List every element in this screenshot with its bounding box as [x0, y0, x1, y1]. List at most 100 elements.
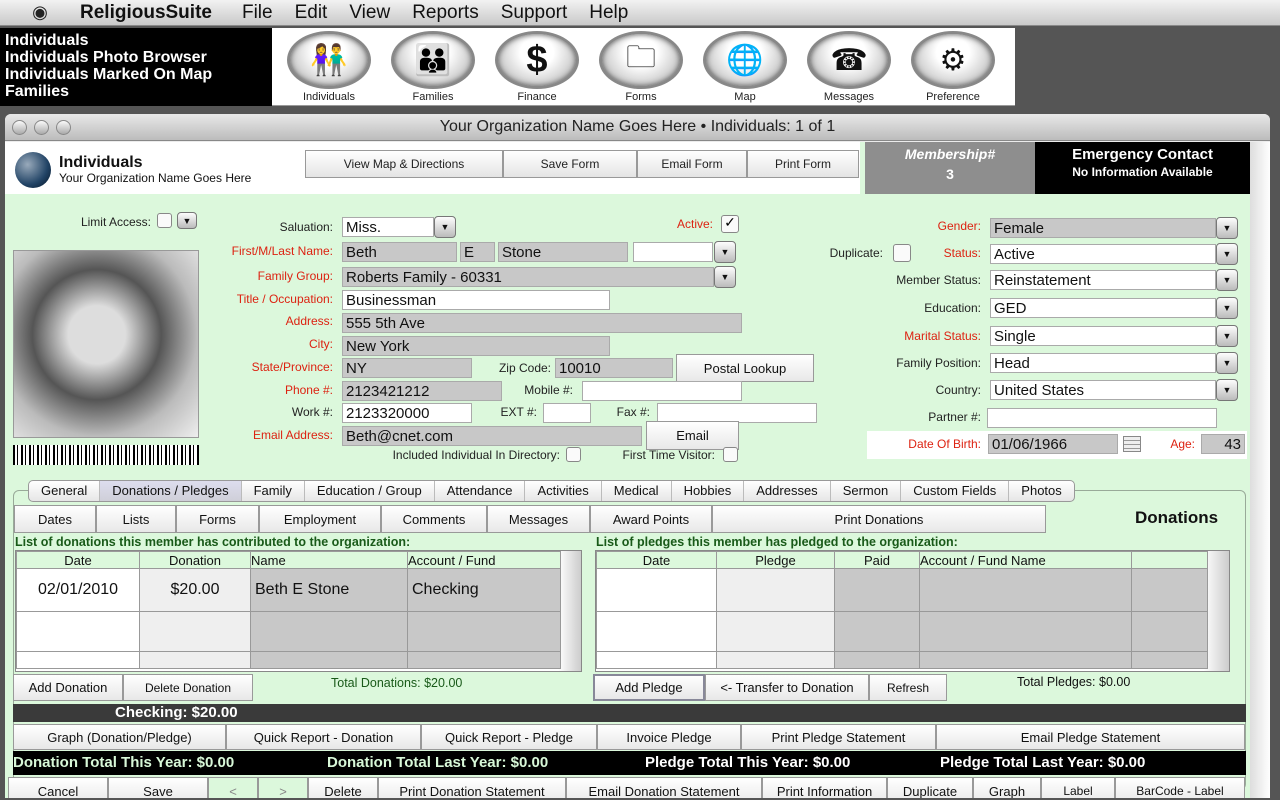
tab-sermon[interactable]: Sermon: [831, 481, 902, 501]
col-name[interactable]: Name: [250, 551, 408, 569]
table-row[interactable]: [596, 611, 1208, 652]
table-row[interactable]: [16, 651, 561, 669]
subtab-forms[interactable]: Forms: [176, 505, 259, 533]
col-account[interactable]: Account / Fund: [407, 551, 561, 569]
suffix-select[interactable]: [633, 242, 713, 262]
subtab-dates[interactable]: Dates: [14, 505, 96, 533]
limit-access-dropdown[interactable]: ▼: [177, 212, 197, 229]
country-dropdown[interactable]: ▼: [1216, 379, 1238, 401]
col-account-fund-name[interactable]: Account / Fund Name: [919, 551, 1132, 569]
nav-photo-browser[interactable]: Individuals Photo Browser: [5, 49, 267, 66]
subtab-lists[interactable]: Lists: [96, 505, 176, 533]
col-date[interactable]: Date: [16, 551, 140, 569]
gender-dropdown[interactable]: ▼: [1216, 217, 1238, 239]
transfer-to-donation-button[interactable]: <- Transfer to Donation: [705, 674, 869, 701]
last-name-field[interactable]: Stone: [498, 242, 628, 262]
subtab-messages[interactable]: Messages: [487, 505, 590, 533]
cancel-button[interactable]: Cancel: [8, 777, 108, 798]
toolbar-preference[interactable]: ⚙ Preference: [901, 28, 1005, 105]
print-information-button[interactable]: Print Information: [762, 777, 887, 798]
first-name-field[interactable]: Beth: [342, 242, 457, 262]
tab-medical[interactable]: Medical: [602, 481, 672, 501]
menu-reports[interactable]: Reports: [412, 2, 479, 24]
print-pledge-statement-button[interactable]: Print Pledge Statement: [741, 724, 936, 750]
limit-access-checkbox[interactable]: [157, 213, 172, 228]
label-button[interactable]: Label: [1041, 777, 1115, 798]
salutation-select[interactable]: Miss.: [342, 217, 434, 237]
tab-family[interactable]: Family: [242, 481, 305, 501]
salutation-dropdown[interactable]: ▼: [434, 216, 456, 238]
title-occupation-field[interactable]: Businessman: [342, 290, 610, 310]
save-button[interactable]: Save: [108, 777, 208, 798]
invoice-pledge-button[interactable]: Invoice Pledge: [597, 724, 741, 750]
add-donation-button[interactable]: Add Donation: [13, 674, 123, 701]
nav-marked-on-map[interactable]: Individuals Marked On Map: [5, 66, 267, 83]
work-field[interactable]: 2123320000: [342, 403, 472, 423]
family-position-dropdown[interactable]: ▼: [1216, 352, 1238, 374]
nav-individuals[interactable]: Individuals: [5, 32, 267, 49]
status-dropdown[interactable]: ▼: [1216, 243, 1238, 265]
duplicate-button[interactable]: Duplicate: [887, 777, 973, 798]
graph-button[interactable]: Graph: [973, 777, 1041, 798]
toolbar-forms[interactable]: 🗀 Forms: [589, 28, 693, 105]
quick-report-donation-button[interactable]: Quick Report - Donation: [226, 724, 421, 750]
state-field[interactable]: NY: [342, 358, 472, 378]
print-donations-button[interactable]: Print Donations: [712, 505, 1046, 533]
family-group-select[interactable]: Roberts Family - 60331: [342, 267, 714, 287]
active-checkbox[interactable]: ✓: [721, 215, 739, 233]
toolbar-finance[interactable]: $ Finance: [485, 28, 589, 105]
dob-field[interactable]: 01/06/1966: [988, 434, 1118, 454]
menu-view[interactable]: View: [349, 2, 390, 24]
marital-status-select[interactable]: Single: [990, 326, 1216, 346]
quick-report-pledge-button[interactable]: Quick Report - Pledge: [421, 724, 597, 750]
menu-app[interactable]: ReligiousSuite: [80, 2, 212, 24]
col-donation[interactable]: Donation: [139, 551, 251, 569]
subtab-award-points[interactable]: Award Points: [590, 505, 712, 533]
email-button[interactable]: Email: [646, 421, 739, 450]
city-field[interactable]: New York: [342, 336, 610, 356]
col-date[interactable]: Date: [596, 551, 717, 569]
tab-photos[interactable]: Photos: [1009, 481, 1073, 501]
next-button[interactable]: >: [258, 777, 308, 798]
apple-icon[interactable]: ◉: [0, 2, 80, 23]
table-row[interactable]: [16, 611, 561, 652]
fax-field[interactable]: [657, 403, 817, 423]
toolbar-messages[interactable]: ☎ Messages: [797, 28, 901, 105]
email-donation-statement-button[interactable]: Email Donation Statement: [566, 777, 762, 798]
email-form-button[interactable]: Email Form: [637, 150, 747, 178]
member-status-dropdown[interactable]: ▼: [1216, 269, 1238, 291]
suffix-dropdown[interactable]: ▼: [714, 241, 736, 263]
family-group-dropdown[interactable]: ▼: [714, 266, 736, 288]
toolbar-families[interactable]: 👪 Families: [381, 28, 485, 105]
delete-donation-button[interactable]: Delete Donation: [123, 674, 253, 701]
first-time-visitor-checkbox[interactable]: [723, 447, 738, 462]
phone-field[interactable]: 2123421212: [342, 381, 502, 401]
email-pledge-statement-button[interactable]: Email Pledge Statement: [936, 724, 1245, 750]
menu-edit[interactable]: Edit: [295, 2, 328, 24]
delete-button[interactable]: Delete: [308, 777, 378, 798]
tab-education-group[interactable]: Education / Group: [305, 481, 435, 501]
barcode-label-button[interactable]: BarCode - Label: [1115, 777, 1245, 798]
address-field[interactable]: 555 5th Ave: [342, 313, 742, 333]
menu-file[interactable]: File: [242, 2, 273, 24]
menu-support[interactable]: Support: [501, 2, 568, 24]
country-select[interactable]: United States: [990, 380, 1216, 400]
postal-lookup-button[interactable]: Postal Lookup: [676, 354, 814, 382]
nav-families[interactable]: Families: [5, 83, 267, 100]
tab-hobbies[interactable]: Hobbies: [672, 481, 745, 501]
col-pledge[interactable]: Pledge: [716, 551, 835, 569]
menu-help[interactable]: Help: [589, 2, 628, 24]
tab-donations-pledges[interactable]: Donations / Pledges: [100, 481, 242, 501]
tab-custom-fields[interactable]: Custom Fields: [901, 481, 1010, 501]
education-select[interactable]: GED: [990, 298, 1216, 318]
mobile-field[interactable]: [582, 381, 742, 401]
zip-field[interactable]: 10010: [555, 358, 673, 378]
tab-attendance[interactable]: Attendance: [435, 481, 526, 501]
email-field[interactable]: Beth@cnet.com: [342, 426, 642, 446]
save-form-button[interactable]: Save Form: [503, 150, 637, 178]
status-select[interactable]: Active: [990, 244, 1216, 264]
ext-field[interactable]: [543, 403, 591, 423]
subtab-employment[interactable]: Employment: [259, 505, 381, 533]
middle-initial-field[interactable]: E: [460, 242, 495, 262]
marital-status-dropdown[interactable]: ▼: [1216, 325, 1238, 347]
